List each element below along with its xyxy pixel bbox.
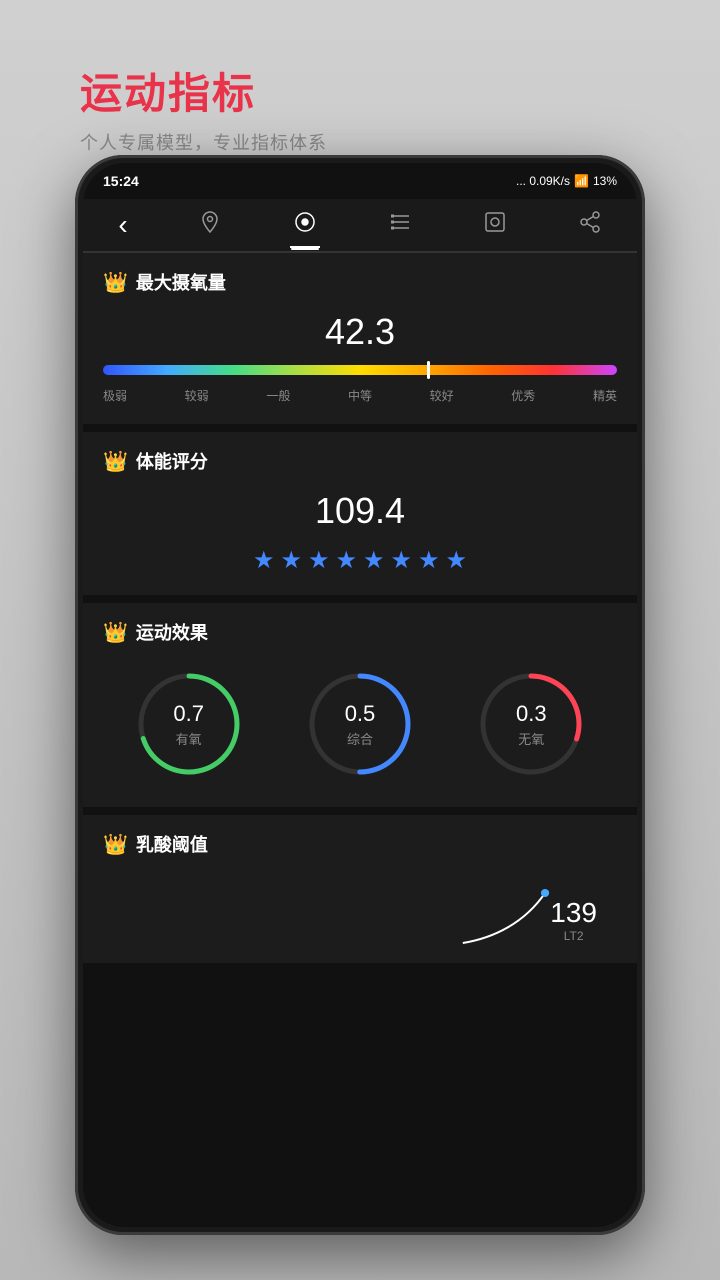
exercise-title-row: 👑 运动效果	[103, 619, 617, 645]
aerobic-name: 有氧	[173, 729, 204, 748]
lactate-lt-label: LT2	[550, 929, 597, 943]
status-right: ... 0.09K/s 📶 13%	[516, 174, 617, 188]
circle-inner-aerobic: 0.7 有氧	[173, 701, 204, 748]
nav-bar: ‹	[83, 199, 637, 253]
lactate-title-row: 👑 乳酸阈值	[103, 831, 617, 857]
wifi-icon: 📶	[574, 174, 589, 188]
effect-row: 0.7 有氧 0.5	[103, 661, 617, 787]
nav-circle[interactable]	[293, 210, 317, 240]
battery-text: 13%	[593, 174, 617, 188]
scroll-content[interactable]: 👑 最大摄氧量 42.3 极弱 较弱 一般 中等 较好 优秀 精英	[83, 253, 637, 1227]
lactate-number: 139	[550, 897, 597, 929]
combined-name: 综合	[345, 729, 376, 748]
lactate-value-container: 139 LT2	[550, 897, 597, 943]
level-优秀: 优秀	[511, 387, 535, 404]
vo2max-label: 最大摄氧量	[136, 269, 226, 295]
crown-icon-vo2max: 👑	[103, 270, 128, 295]
star-8: ★	[446, 546, 468, 575]
level-labels: 极弱 较弱 一般 中等 较好 优秀 精英	[103, 387, 617, 404]
star-1: ★	[253, 546, 275, 575]
lactate-label: 乳酸阈值	[136, 831, 208, 857]
crown-icon-lactate: 👑	[103, 832, 128, 857]
anaerobic-value: 0.3	[516, 701, 547, 727]
status-bar: 15:24 ... 0.09K/s 📶 13%	[83, 163, 637, 199]
vo2max-section: 👑 最大摄氧量 42.3 极弱 较弱 一般 中等 较好 优秀 精英	[83, 253, 637, 424]
star-2: ★	[280, 546, 302, 575]
page-title: 运动指标	[80, 60, 327, 121]
level-中等: 中等	[348, 387, 372, 404]
page-subtitle: 个人专属模型，专业指标体系	[80, 129, 327, 155]
combined-value: 0.5	[345, 701, 376, 727]
star-5: ★	[363, 546, 385, 575]
crown-icon-fitness: 👑	[103, 449, 128, 474]
circle-inner-combined: 0.5 综合	[345, 701, 376, 748]
exercise-section: 👑 运动效果 0.7 有氧	[83, 603, 637, 807]
level-较弱: 较弱	[185, 387, 209, 404]
star-3: ★	[308, 546, 330, 575]
effect-combined: 0.5 综合	[305, 669, 415, 779]
status-time: 15:24	[103, 173, 139, 189]
level-极弱: 极弱	[103, 387, 127, 404]
circle-combined: 0.5 综合	[305, 669, 415, 779]
phone-frame: 15:24 ... 0.09K/s 📶 13% ‹	[75, 155, 645, 1235]
stars-row: ★ ★ ★ ★ ★ ★ ★ ★	[103, 546, 617, 575]
nav-search[interactable]	[483, 210, 507, 240]
level-精英: 精英	[593, 387, 617, 404]
aerobic-value: 0.7	[173, 701, 204, 727]
vo2max-value: 42.3	[103, 311, 617, 353]
star-6: ★	[391, 546, 413, 575]
star-4: ★	[335, 546, 357, 575]
nav-list[interactable]	[388, 210, 412, 240]
fitness-label: 体能评分	[136, 448, 208, 474]
rainbow-bar	[103, 365, 617, 375]
exercise-label: 运动效果	[136, 619, 208, 645]
vo2max-title-row: 👑 最大摄氧量	[103, 269, 617, 295]
lactate-curve-svg	[103, 873, 617, 953]
circle-inner-anaerobic: 0.3 无氧	[516, 701, 547, 748]
circle-anaerobic: 0.3 无氧	[476, 669, 586, 779]
level-较好: 较好	[430, 387, 454, 404]
anaerobic-name: 无氧	[516, 729, 547, 748]
level-一般: 一般	[266, 387, 290, 404]
signal-text: ... 0.09K/s	[516, 174, 570, 188]
effect-aerobic: 0.7 有氧	[134, 669, 244, 779]
crown-icon-exercise: 👑	[103, 620, 128, 645]
title-area: 运动指标 个人专属模型，专业指标体系	[80, 60, 327, 155]
fitness-section: 👑 体能评分 109.4 ★ ★ ★ ★ ★ ★ ★ ★	[83, 432, 637, 595]
lactate-chart: 139 LT2	[103, 873, 617, 953]
phone-inner: 15:24 ... 0.09K/s 📶 13% ‹	[83, 163, 637, 1227]
fitness-score-value: 109.4	[103, 490, 617, 532]
effect-anaerobic: 0.3 无氧	[476, 669, 586, 779]
nav-back[interactable]: ‹	[118, 209, 127, 241]
rainbow-marker	[427, 361, 430, 379]
nav-map[interactable]	[198, 210, 222, 240]
nav-share[interactable]	[578, 210, 602, 240]
circle-aerobic: 0.7 有氧	[134, 669, 244, 779]
lactate-section: 👑 乳酸阈值 139 LT2	[83, 815, 637, 963]
star-7: ★	[418, 546, 440, 575]
fitness-title-row: 👑 体能评分	[103, 448, 617, 474]
